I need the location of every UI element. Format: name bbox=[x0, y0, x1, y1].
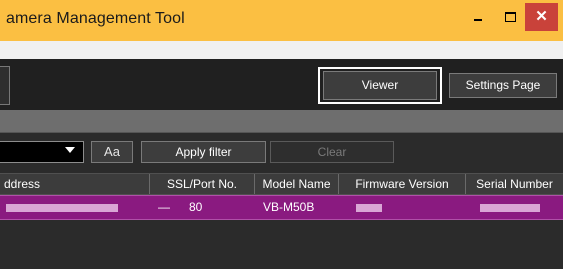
redacted-address bbox=[6, 204, 118, 212]
left-panel-edge bbox=[0, 66, 10, 105]
apply-filter-button[interactable]: Apply filter bbox=[141, 141, 266, 163]
column-header-address[interactable]: ddress bbox=[4, 174, 64, 194]
clear-button[interactable]: Clear bbox=[270, 141, 394, 163]
window-title: amera Management Tool bbox=[6, 10, 185, 27]
chevron-down-icon[interactable] bbox=[65, 147, 75, 153]
port-value: 80 bbox=[189, 200, 203, 214]
model-name-value: VB-M50B bbox=[263, 200, 315, 214]
font-size-button[interactable]: Aa bbox=[91, 141, 133, 163]
maximize-icon[interactable] bbox=[505, 12, 516, 22]
minimize-icon[interactable] bbox=[470, 10, 486, 22]
redacted-serial-number bbox=[480, 204, 540, 212]
close-icon[interactable]: ✕ bbox=[525, 3, 558, 31]
viewer-button[interactable]: Viewer bbox=[323, 71, 437, 100]
column-header-ssl-port[interactable]: SSL/Port No. bbox=[150, 174, 254, 194]
column-header-firmware-version[interactable]: Firmware Version bbox=[339, 174, 465, 194]
redacted-firmware bbox=[356, 204, 382, 212]
column-header-model-name[interactable]: Model Name bbox=[255, 174, 338, 194]
menu-strip bbox=[0, 41, 563, 59]
table-row[interactable]: — 80 VB-M50B bbox=[0, 195, 563, 220]
table-header: ddress SSL/Port No. Model Name Firmware … bbox=[0, 173, 563, 195]
settings-page-button[interactable]: Settings Page bbox=[449, 73, 557, 98]
section-band bbox=[0, 110, 563, 132]
column-header-serial-number[interactable]: Serial Number bbox=[466, 174, 563, 194]
ssl-toggle[interactable]: — bbox=[158, 196, 170, 219]
table-body-empty bbox=[0, 220, 563, 269]
